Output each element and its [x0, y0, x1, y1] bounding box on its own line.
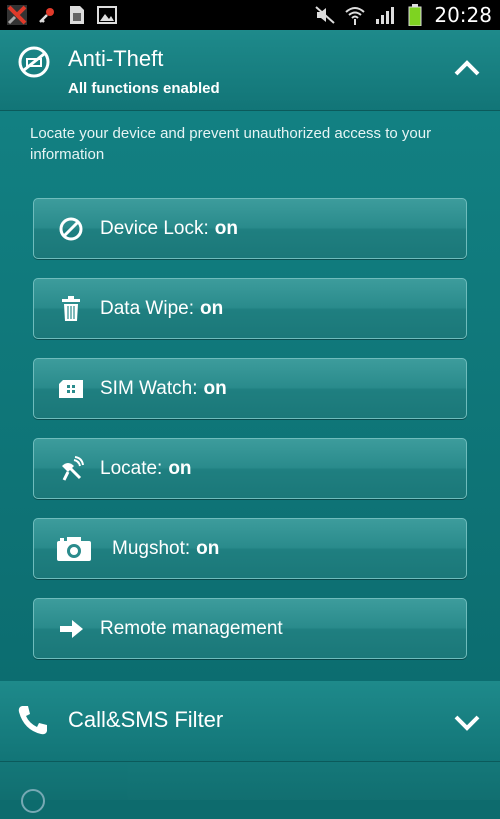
- sim-card-icon: [66, 4, 88, 26]
- arrow-right-icon: [54, 612, 88, 646]
- data-wipe-state: on: [199, 297, 224, 319]
- anti-theft-subtitle: All functions enabled: [68, 80, 220, 97]
- data-wipe-label: Data Wipe:: [100, 297, 194, 319]
- device-lock-label: Device Lock:: [100, 217, 209, 239]
- call-sms-filter-title: Call&SMS Filter: [68, 707, 224, 732]
- mugshot-button[interactable]: Mugshot: on: [33, 518, 467, 579]
- chevron-down-icon[interactable]: [452, 711, 482, 735]
- clock: 20:28: [434, 3, 492, 27]
- remote-management-label: Remote management: [100, 617, 283, 639]
- device-lock-button[interactable]: Device Lock: on: [33, 198, 467, 259]
- phone-icon: [16, 703, 52, 739]
- mugshot-label: Mugshot:: [112, 537, 191, 559]
- sim-watch-button[interactable]: SIM Watch: on: [33, 358, 467, 419]
- status-bar-notifications: [0, 4, 118, 26]
- anti-theft-description: Locate your device and prevent unauthori…: [30, 125, 432, 163]
- anti-theft-icon: [16, 44, 52, 80]
- gallery-icon: [96, 4, 118, 26]
- trash-icon: [54, 292, 88, 326]
- wifi-icon: [344, 4, 366, 26]
- mute-icon: [314, 4, 336, 26]
- kaspersky-icon: [6, 4, 28, 26]
- globe-icon: [20, 788, 46, 814]
- sim-watch-state: on: [203, 377, 227, 399]
- data-wipe-button[interactable]: Data Wipe: on: [33, 278, 467, 339]
- sim-watch-label: SIM Watch:: [100, 377, 198, 399]
- anti-theft-title: Anti-Theft: [68, 46, 164, 71]
- status-bar: 20:28: [0, 0, 500, 30]
- chevron-up-icon[interactable]: [452, 56, 482, 80]
- mugshot-state: on: [196, 537, 220, 559]
- call-sms-filter-header[interactable]: Call&SMS Filter: [0, 681, 500, 762]
- satellite-icon: [54, 452, 88, 486]
- locate-label: Locate:: [100, 457, 163, 479]
- signal-icon: [374, 4, 396, 26]
- lock-block-icon: [54, 212, 88, 246]
- locate-state: on: [168, 457, 192, 479]
- next-section-header[interactable]: [0, 762, 500, 813]
- camera-icon: [54, 532, 94, 566]
- battery-icon: [404, 4, 426, 26]
- anti-theft-header[interactable]: Anti-Theft All functions enabled: [0, 30, 500, 111]
- remote-management-button[interactable]: Remote management: [33, 598, 467, 659]
- locate-button[interactable]: Locate: on: [33, 438, 467, 499]
- status-bar-system: 20:28: [314, 3, 500, 27]
- device-lock-state: on: [214, 217, 238, 239]
- anti-theft-panel: Locate your device and prevent unauthori…: [0, 111, 500, 681]
- sim-icon: [54, 372, 88, 406]
- key-icon: [36, 4, 58, 26]
